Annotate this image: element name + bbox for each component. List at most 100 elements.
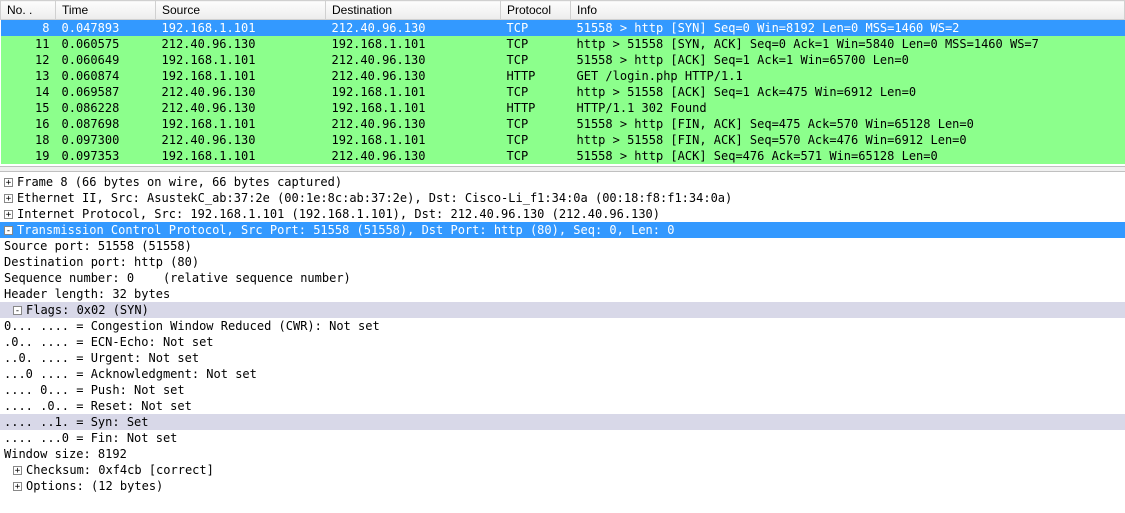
expand-icon[interactable]: + [13, 482, 22, 491]
cell-source: 192.168.1.101 [156, 68, 326, 84]
cell-source: 212.40.96.130 [156, 100, 326, 116]
cell-source: 212.40.96.130 [156, 36, 326, 52]
cell-time: 0.060649 [56, 52, 156, 68]
cell-time: 0.097353 [56, 148, 156, 164]
cell-info: http > 51558 [FIN, ACK] Seq=570 Ack=476 … [571, 132, 1125, 148]
detail-flag-cwr[interactable]: 0... .... = Congestion Window Reduced (C… [0, 318, 1125, 334]
cell-destination: 212.40.96.130 [326, 116, 501, 132]
cell-info: http > 51558 [ACK] Seq=1 Ack=475 Win=691… [571, 84, 1125, 100]
detail-ip[interactable]: +Internet Protocol, Src: 192.168.1.101 (… [0, 206, 1125, 222]
packet-details-pane[interactable]: +Frame 8 (66 bytes on wire, 66 bytes cap… [0, 174, 1125, 494]
detail-srcport[interactable]: Source port: 51558 (51558) [0, 238, 1125, 254]
col-header-time[interactable]: Time [56, 1, 156, 20]
cell-info: GET /login.php HTTP/1.1 [571, 68, 1125, 84]
cell-source: 192.168.1.101 [156, 148, 326, 164]
cell-source: 192.168.1.101 [156, 20, 326, 37]
cell-protocol: TCP [501, 132, 571, 148]
cell-protocol: HTTP [501, 68, 571, 84]
detail-frame[interactable]: +Frame 8 (66 bytes on wire, 66 bytes cap… [0, 174, 1125, 190]
expand-icon[interactable]: + [4, 210, 13, 219]
cell-no: 16 [1, 116, 56, 132]
cell-no: 15 [1, 100, 56, 116]
cell-no: 14 [1, 84, 56, 100]
cell-info: 51558 > http [FIN, ACK] Seq=475 Ack=570 … [571, 116, 1125, 132]
detail-flag-rst[interactable]: .... .0.. = Reset: Not set [0, 398, 1125, 414]
table-row[interactable]: 140.069587212.40.96.130192.168.1.101TCPh… [1, 84, 1125, 100]
cell-destination: 212.40.96.130 [326, 68, 501, 84]
cell-time: 0.097300 [56, 132, 156, 148]
detail-flag-ecn[interactable]: .0.. .... = ECN-Echo: Not set [0, 334, 1125, 350]
cell-time: 0.047893 [56, 20, 156, 37]
table-row[interactable]: 80.047893192.168.1.101212.40.96.130TCP51… [1, 20, 1125, 37]
table-row[interactable]: 190.097353192.168.1.101212.40.96.130TCP5… [1, 148, 1125, 164]
cell-destination: 192.168.1.101 [326, 100, 501, 116]
cell-protocol: HTTP [501, 100, 571, 116]
cell-info: 51558 > http [ACK] Seq=1 Ack=1 Win=65700… [571, 52, 1125, 68]
detail-flag-urg[interactable]: ..0. .... = Urgent: Not set [0, 350, 1125, 366]
cell-info: 51558 > http [ACK] Seq=476 Ack=571 Win=6… [571, 148, 1125, 164]
cell-destination: 192.168.1.101 [326, 132, 501, 148]
expand-icon[interactable]: + [13, 466, 22, 475]
cell-no: 8 [1, 20, 56, 37]
cell-no: 18 [1, 132, 56, 148]
detail-flag-psh[interactable]: .... 0... = Push: Not set [0, 382, 1125, 398]
cell-no: 13 [1, 68, 56, 84]
cell-destination: 212.40.96.130 [326, 148, 501, 164]
cell-time: 0.060874 [56, 68, 156, 84]
cell-protocol: TCP [501, 36, 571, 52]
cell-no: 12 [1, 52, 56, 68]
table-row[interactable]: 150.086228212.40.96.130192.168.1.101HTTP… [1, 100, 1125, 116]
detail-ethernet[interactable]: +Ethernet II, Src: AsustekC_ab:37:2e (00… [0, 190, 1125, 206]
cell-no: 19 [1, 148, 56, 164]
table-row[interactable]: 120.060649192.168.1.101212.40.96.130TCP5… [1, 52, 1125, 68]
cell-destination: 212.40.96.130 [326, 52, 501, 68]
collapse-icon[interactable]: - [4, 226, 13, 235]
detail-dstport[interactable]: Destination port: http (80) [0, 254, 1125, 270]
detail-flag-ack[interactable]: ...0 .... = Acknowledgment: Not set [0, 366, 1125, 382]
cell-time: 0.069587 [56, 84, 156, 100]
cell-destination: 212.40.96.130 [326, 20, 501, 37]
pane-splitter[interactable] [0, 166, 1125, 172]
detail-options[interactable]: +Options: (12 bytes) [0, 478, 1125, 494]
detail-flag-syn[interactable]: .... ..1. = Syn: Set [0, 414, 1125, 430]
cell-info: HTTP/1.1 302 Found [571, 100, 1125, 116]
cell-destination: 192.168.1.101 [326, 84, 501, 100]
cell-source: 192.168.1.101 [156, 52, 326, 68]
detail-seq[interactable]: Sequence number: 0 (relative sequence nu… [0, 270, 1125, 286]
table-row[interactable]: 180.097300212.40.96.130192.168.1.101TCPh… [1, 132, 1125, 148]
detail-flags[interactable]: -Flags: 0x02 (SYN) [0, 302, 1125, 318]
table-row[interactable]: 130.060874192.168.1.101212.40.96.130HTTP… [1, 68, 1125, 84]
cell-protocol: TCP [501, 52, 571, 68]
cell-source: 192.168.1.101 [156, 116, 326, 132]
col-header-destination[interactable]: Destination [326, 1, 501, 20]
cell-source: 212.40.96.130 [156, 132, 326, 148]
detail-checksum[interactable]: +Checksum: 0xf4cb [correct] [0, 462, 1125, 478]
detail-flag-fin[interactable]: .... ...0 = Fin: Not set [0, 430, 1125, 446]
cell-no: 11 [1, 36, 56, 52]
collapse-icon[interactable]: - [13, 306, 22, 315]
col-header-info[interactable]: Info [571, 1, 1125, 20]
cell-protocol: TCP [501, 148, 571, 164]
table-row[interactable]: 160.087698192.168.1.101212.40.96.130TCP5… [1, 116, 1125, 132]
cell-time: 0.060575 [56, 36, 156, 52]
expand-icon[interactable]: + [4, 178, 13, 187]
expand-icon[interactable]: + [4, 194, 13, 203]
col-header-no[interactable]: No. . [1, 1, 56, 20]
cell-protocol: TCP [501, 20, 571, 37]
cell-info: 51558 > http [SYN] Seq=0 Win=8192 Len=0 … [571, 20, 1125, 37]
packet-list-table[interactable]: No. . Time Source Destination Protocol I… [0, 0, 1125, 164]
cell-destination: 192.168.1.101 [326, 36, 501, 52]
detail-tcp[interactable]: -Transmission Control Protocol, Src Port… [0, 222, 1125, 238]
col-header-protocol[interactable]: Protocol [501, 1, 571, 20]
cell-time: 0.086228 [56, 100, 156, 116]
col-header-source[interactable]: Source [156, 1, 326, 20]
detail-hlen[interactable]: Header length: 32 bytes [0, 286, 1125, 302]
cell-source: 212.40.96.130 [156, 84, 326, 100]
table-row[interactable]: 110.060575212.40.96.130192.168.1.101TCPh… [1, 36, 1125, 52]
cell-info: http > 51558 [SYN, ACK] Seq=0 Ack=1 Win=… [571, 36, 1125, 52]
detail-winsize[interactable]: Window size: 8192 [0, 446, 1125, 462]
cell-protocol: TCP [501, 84, 571, 100]
cell-protocol: TCP [501, 116, 571, 132]
column-header-row[interactable]: No. . Time Source Destination Protocol I… [1, 1, 1125, 20]
cell-time: 0.087698 [56, 116, 156, 132]
